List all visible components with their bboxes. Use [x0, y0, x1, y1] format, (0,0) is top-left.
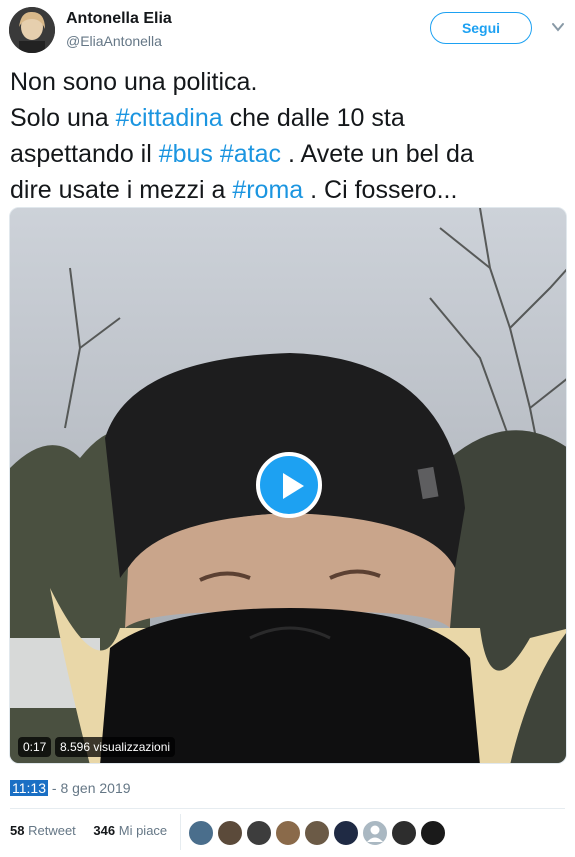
tweet-text-segment: che dalle 10 sta	[222, 104, 405, 132]
video-views: 8.596 visualizzazioni	[55, 737, 176, 757]
like-count[interactable]: 346	[93, 823, 115, 838]
video-duration: 0:17	[18, 737, 52, 757]
tweet-line-1: Non sono una politica.	[10, 68, 258, 96]
liker-avatar-2-icon[interactable]	[217, 820, 243, 846]
default-profile-icon	[367, 825, 383, 842]
avatar[interactable]	[9, 7, 55, 53]
tweet-text-segment: dire usate i mezzi a	[10, 176, 233, 204]
retweet-label[interactable]: Retweet	[28, 823, 76, 838]
tweet-header: Antonella Elia @EliaAntonella Segui	[0, 0, 575, 62]
tweet-stats: 58 Retweet 346 Mi piace	[10, 823, 167, 838]
play-icon	[283, 473, 304, 499]
user-handle[interactable]: @EliaAntonella	[66, 33, 162, 49]
chevron-down-icon[interactable]	[551, 20, 565, 34]
hashtag-roma[interactable]: #roma	[232, 176, 303, 204]
tweet-timestamp[interactable]: 11:13 - 8 gen 2019	[10, 780, 131, 796]
user-name[interactable]: Antonella Elia	[66, 10, 172, 28]
tweet-text-segment: aspettando il	[10, 140, 159, 168]
hashtag-bus[interactable]: #bus	[159, 140, 213, 168]
liker-avatar-6-icon[interactable]	[333, 820, 359, 846]
liker-avatar-3-icon[interactable]	[246, 820, 272, 846]
follow-button[interactable]: Segui	[430, 12, 532, 44]
retweet-count[interactable]: 58	[10, 823, 24, 838]
play-button[interactable]	[256, 452, 322, 518]
tweet-text-segment: . Avete un bel da	[281, 140, 474, 168]
liker-avatar-1-icon[interactable]	[188, 820, 214, 846]
stats-divider	[180, 814, 181, 850]
hashtag-atac[interactable]: #atac	[220, 140, 281, 168]
liker-avatar-9-icon[interactable]	[420, 820, 446, 846]
avatar-portrait-icon	[9, 7, 55, 53]
tweet-text-segment: . Ci fossero...	[303, 176, 458, 204]
divider	[10, 808, 565, 809]
liker-avatar-5-icon[interactable]	[304, 820, 330, 846]
liker-avatar-4-icon[interactable]	[275, 820, 301, 846]
liker-avatar-7-icon[interactable]	[362, 820, 388, 846]
video-player[interactable]: 0:17 8.596 visualizzazioni	[9, 207, 567, 764]
tweet-date: - 8 gen 2019	[48, 780, 131, 796]
liker-avatar-8-icon[interactable]	[391, 820, 417, 846]
hashtag-cittadina[interactable]: #cittadina	[116, 104, 223, 132]
tweet-text: Non sono una politica. Solo una #cittadi…	[10, 64, 565, 208]
like-label[interactable]: Mi piace	[119, 823, 167, 838]
tweet-text-segment: Solo una	[10, 104, 116, 132]
tweet-time: 11:13	[10, 780, 48, 796]
